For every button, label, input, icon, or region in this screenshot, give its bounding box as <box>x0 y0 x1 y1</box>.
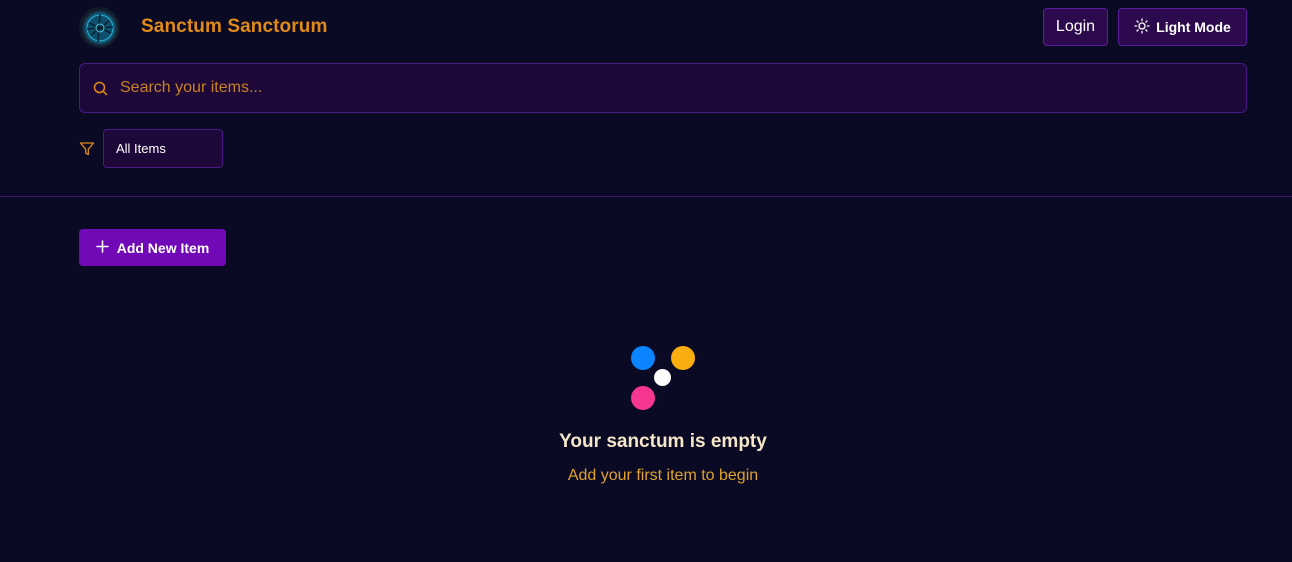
blue-dot <box>631 346 655 370</box>
filter-icon <box>79 141 95 162</box>
app-title: Sanctum Sanctorum <box>141 16 328 37</box>
yellow-dot <box>671 346 695 370</box>
empty-state-subtitle: Add your first item to begin <box>567 467 759 484</box>
category-filter-value: All Items <box>116 141 166 156</box>
sanctum-logo-icon[interactable] <box>79 7 120 48</box>
login-button-label: Login <box>1055 18 1096 35</box>
sun-icon <box>1134 17 1150 37</box>
search-input[interactable] <box>120 64 1230 112</box>
search-bar[interactable] <box>79 63 1247 113</box>
plus-icon <box>95 239 109 256</box>
white-dot <box>654 369 671 386</box>
app-header: Sanctum Sanctorum Login Light Mode Searc… <box>0 0 1292 197</box>
add-new-item-button[interactable]: Add New Item <box>79 229 226 266</box>
search-icon <box>93 81 108 101</box>
empty-state-dots-icon <box>630 345 696 411</box>
pink-dot <box>631 386 655 410</box>
category-filter-select[interactable]: All Items <box>103 129 223 168</box>
empty-state-title: Your sanctum is empty <box>559 431 767 452</box>
light-mode-label: Light Mode <box>1156 19 1231 35</box>
login-button[interactable]: Login <box>1043 8 1108 46</box>
add-new-item-label: Add New Item <box>116 239 210 256</box>
light-mode-toggle-button[interactable]: Light Mode <box>1118 8 1247 46</box>
